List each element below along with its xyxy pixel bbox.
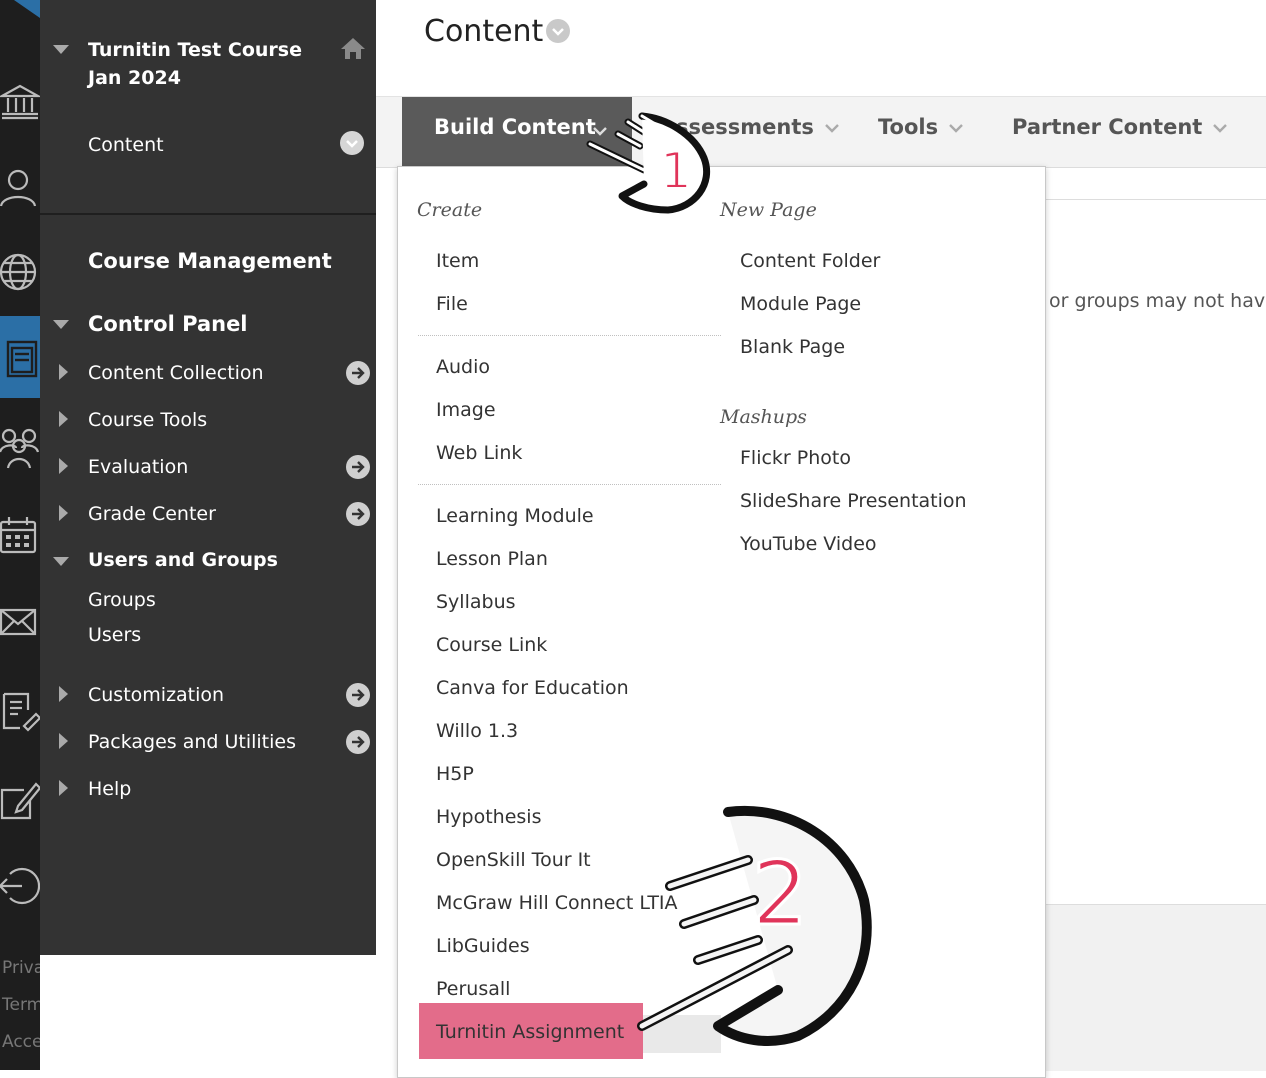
partner-content-menu[interactable]: Partner Content [1012,115,1228,139]
control-panel-course-tools[interactable]: Course Tools [88,409,207,431]
create-hypothesis[interactable]: Hypothesis [436,806,541,828]
course-menu-content-link[interactable]: Content [88,134,164,156]
create-willo[interactable]: Willo 1.3 [436,720,518,742]
content-options-chevron-icon[interactable] [340,131,364,155]
globe-icon[interactable] [0,244,40,294]
footer-accessibility-link[interactable]: Acce [2,1032,40,1052]
chevron-down-icon [1213,124,1228,133]
messages-icon[interactable] [0,594,40,644]
create-lesson-plan[interactable]: Lesson Plan [436,548,548,570]
create-learning-module[interactable]: Learning Module [436,505,594,527]
sign-out-icon[interactable] [0,856,40,906]
build-content-label: Build Content [434,115,596,139]
institution-icon[interactable] [0,72,40,122]
create-h5p[interactable]: H5P [436,763,474,785]
home-icon[interactable] [340,36,366,60]
control-panel-expand-icon[interactable] [53,320,69,329]
customization-arrow-icon[interactable] [346,683,370,707]
pointing-hand-icon: 1 [586,112,711,214]
global-nav-rail: Priva Term Acce [0,0,40,1070]
new-page-module-page[interactable]: Module Page [740,293,861,315]
create-item[interactable]: Item [436,250,479,272]
create-file[interactable]: File [436,293,468,315]
calendar-icon[interactable] [0,506,40,556]
control-panel-grade-center[interactable]: Grade Center [88,503,216,525]
profile-icon[interactable] [0,158,40,208]
pointing-hand-icon: 2 [637,805,872,1046]
tools-menu[interactable]: Tools [878,115,964,139]
mashups-flickr-photo[interactable]: Flickr Photo [740,447,851,469]
page-title: Content [424,14,544,49]
create-libguides[interactable]: LibGuides [436,935,530,957]
content-area-footer [1044,904,1266,1071]
create-heading: Create [417,199,483,221]
course-menu: Turnitin Test Course Jan 2024 Content Co… [40,0,376,955]
customization-expand-icon[interactable] [59,686,68,702]
users-and-groups-users-link[interactable]: Users [88,624,141,646]
collapse-course-menu-toggle[interactable] [53,45,69,54]
users-and-groups-groups-link[interactable]: Groups [88,589,156,611]
footer-privacy-link[interactable]: Priva [2,958,40,978]
content-collection-expand-icon[interactable] [59,364,68,380]
rail-top-corner [14,0,40,18]
grade-center-arrow-icon[interactable] [346,502,370,526]
new-page-heading: New Page [720,199,817,221]
step-2-pointing-hand: 2 [628,800,888,1050]
packages-and-utilities-expand-icon[interactable] [59,733,68,749]
create-image[interactable]: Image [436,399,496,421]
groups-icon[interactable] [0,418,40,469]
step-1-pointing-hand: 1 [582,108,717,220]
mashups-heading: Mashups [720,406,807,428]
control-panel-help[interactable]: Help [88,778,131,800]
chevron-down-icon [949,124,963,133]
create-openskill-tour-it[interactable]: OpenSkill Tour It [436,849,591,871]
control-panel-users-and-groups[interactable]: Users and Groups [88,549,278,571]
courses-icon[interactable] [0,330,40,380]
content-collection-arrow-icon[interactable] [346,361,370,385]
content-area-top-border [1044,199,1266,200]
evaluation-expand-icon[interactable] [59,458,68,474]
control-panel-heading[interactable]: Control Panel [88,312,248,336]
tools-menu-label: Tools [878,115,939,139]
tools-edit-icon[interactable] [0,770,40,820]
dropdown-separator [418,335,721,336]
help-expand-icon[interactable] [59,780,68,796]
evaluation-arrow-icon[interactable] [346,455,370,479]
new-page-content-folder[interactable]: Content Folder [740,250,880,272]
new-page-blank-page[interactable]: Blank Page [740,336,845,358]
chevron-down-icon [825,124,839,133]
course-tools-expand-icon[interactable] [59,411,68,427]
grades-icon[interactable] [0,680,40,732]
course-management-heading: Course Management [88,249,332,273]
menu-divider [40,213,376,215]
create-course-link[interactable]: Course Link [436,634,547,656]
dropdown-separator [418,484,721,485]
control-panel-customization[interactable]: Customization [88,684,224,706]
step-2-number: 2 [752,842,808,945]
step-1-number: 1 [660,142,692,200]
create-web-link[interactable]: Web Link [436,442,522,464]
mashups-slideshare-presentation[interactable]: SlideShare Presentation [740,490,967,512]
control-panel-content-collection[interactable]: Content Collection [88,362,264,384]
create-turnitin-assignment[interactable]: Turnitin Assignment [436,1021,624,1043]
packages-and-utilities-arrow-icon[interactable] [346,730,370,754]
partner-content-menu-label: Partner Content [1012,115,1203,139]
footer-terms-link[interactable]: Term [2,995,40,1015]
content-area-message: or groups may not hav [1049,290,1266,312]
create-canva-for-education[interactable]: Canva for Education [436,677,629,699]
page-title-options-chevron-icon[interactable] [546,19,570,43]
course-title[interactable]: Turnitin Test Course Jan 2024 [88,36,338,92]
create-audio[interactable]: Audio [436,356,490,378]
users-and-groups-expand-icon[interactable] [53,557,69,566]
control-panel-evaluation[interactable]: Evaluation [88,456,188,478]
create-syllabus[interactable]: Syllabus [436,591,516,613]
mashups-youtube-video[interactable]: YouTube Video [740,533,877,555]
create-perusall[interactable]: Perusall [436,978,510,1000]
grade-center-expand-icon[interactable] [59,505,68,521]
control-panel-packages-and-utilities[interactable]: Packages and Utilities [88,731,296,753]
